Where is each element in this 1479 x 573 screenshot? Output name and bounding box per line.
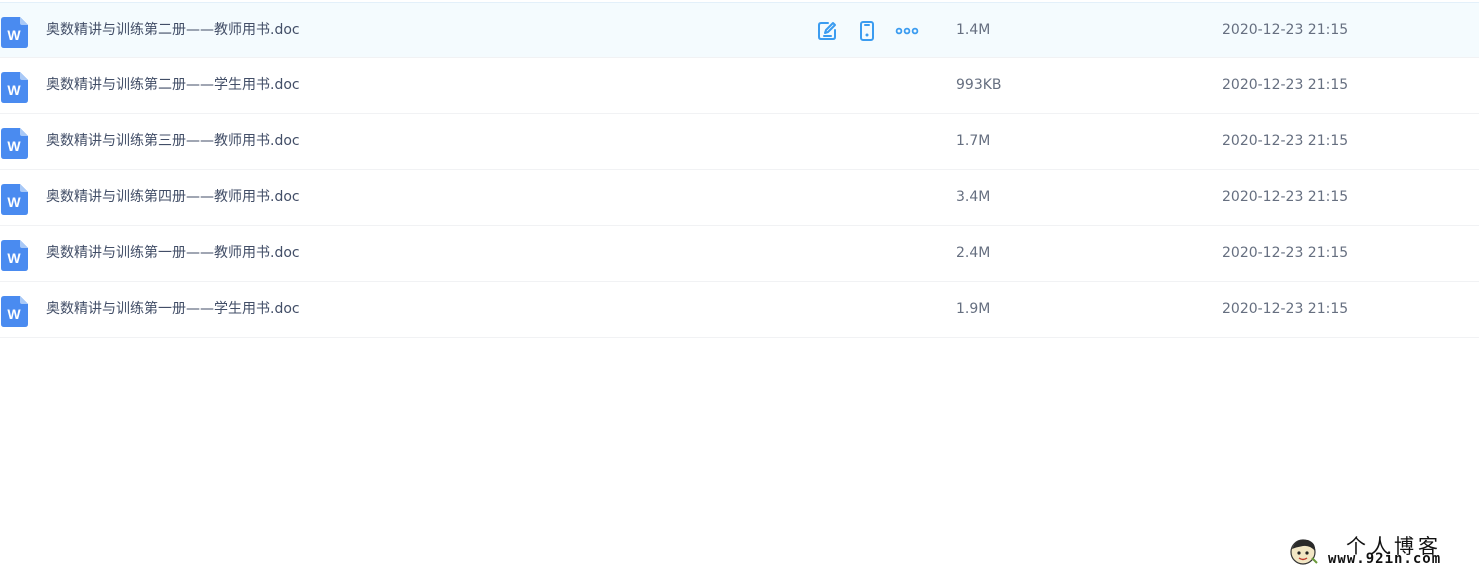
file-size: 1.9M — [956, 301, 991, 317]
svg-text:W: W — [7, 138, 21, 154]
file-row[interactable]: W 奥数精讲与训练第一册——学生用书.doc 1.9M 2020-12-23 2… — [0, 282, 1479, 338]
file-list: W 奥数精讲与训练第二册——教师用书.doc 1.4M 2020-12-23 2… — [0, 2, 1479, 338]
file-row[interactable]: W 奥数精讲与训练第二册——教师用书.doc 1.4M 2020-12-23 2… — [0, 2, 1479, 58]
file-row[interactable]: W 奥数精讲与训练第一册——教师用书.doc 2.4M 2020-12-23 2… — [0, 226, 1479, 282]
file-name[interactable]: 奥数精讲与训练第一册——学生用书.doc — [46, 282, 300, 337]
file-size: 993KB — [956, 77, 1002, 93]
edit-icon — [818, 22, 836, 40]
send-to-phone-button[interactable] — [855, 19, 879, 43]
word-doc-icon: W — [1, 72, 28, 103]
site-watermark: 个人博客 www.92in.com — [1286, 528, 1476, 570]
file-modified-date: 2020-12-23 21:15 — [1222, 245, 1349, 261]
file-name[interactable]: 奥数精讲与训练第二册——教师用书.doc — [46, 3, 300, 57]
phone-icon — [860, 21, 874, 41]
file-name[interactable]: 奥数精讲与训练第四册——教师用书.doc — [46, 170, 300, 225]
file-row[interactable]: W 奥数精讲与训练第三册——教师用书.doc 1.7M 2020-12-23 2… — [0, 114, 1479, 170]
word-doc-icon: W — [1, 128, 28, 159]
file-name[interactable]: 奥数精讲与训练第二册——学生用书.doc — [46, 58, 300, 113]
file-modified-date: 2020-12-23 21:15 — [1222, 77, 1349, 93]
file-row[interactable]: W 奥数精讲与训练第四册——教师用书.doc 3.4M 2020-12-23 2… — [0, 170, 1479, 226]
file-row[interactable]: W 奥数精讲与训练第二册——学生用书.doc 993KB 2020-12-23 … — [0, 58, 1479, 114]
file-size: 1.7M — [956, 133, 991, 149]
watermark-url: www.92in.com — [1328, 551, 1442, 567]
word-doc-icon: W — [1, 240, 28, 271]
svg-text:W: W — [7, 306, 21, 322]
word-doc-icon: W — [1, 184, 28, 215]
file-name[interactable]: 奥数精讲与训练第一册——教师用书.doc — [46, 226, 300, 281]
svg-text:W: W — [7, 27, 21, 43]
more-dots-icon — [895, 27, 919, 35]
word-doc-icon: W — [1, 296, 28, 327]
file-size: 3.4M — [956, 189, 991, 205]
file-name[interactable]: 奥数精讲与训练第三册——教师用书.doc — [46, 114, 300, 169]
file-modified-date: 2020-12-23 21:15 — [1222, 133, 1349, 149]
file-size: 2.4M — [956, 245, 991, 261]
file-modified-date: 2020-12-23 21:15 — [1222, 22, 1349, 38]
svg-text:W: W — [7, 194, 21, 210]
more-button[interactable] — [895, 19, 919, 43]
mascot-logo-icon — [1290, 539, 1318, 565]
svg-text:W: W — [7, 250, 21, 266]
file-size: 1.4M — [956, 22, 991, 38]
word-doc-icon: W — [1, 17, 28, 48]
row-actions — [815, 19, 919, 43]
edit-button[interactable] — [815, 19, 839, 43]
svg-text:W: W — [7, 82, 21, 98]
file-modified-date: 2020-12-23 21:15 — [1222, 189, 1349, 205]
file-modified-date: 2020-12-23 21:15 — [1222, 301, 1349, 317]
